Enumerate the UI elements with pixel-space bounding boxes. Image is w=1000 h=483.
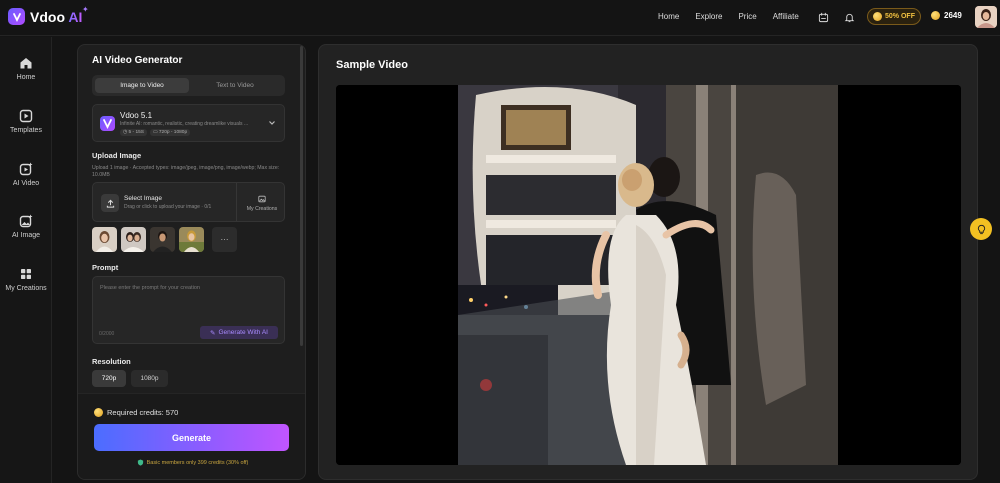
ai-video-icon (19, 162, 33, 176)
resolution-label: Resolution (92, 357, 131, 366)
promo-label: 50% OFF (885, 13, 915, 20)
my-creations-button[interactable]: My Creations (239, 195, 285, 212)
bell-icon[interactable] (842, 10, 856, 24)
member-discount-label: Basic members only 399 credits (30% off) (146, 459, 249, 466)
logo-icon (8, 8, 25, 25)
sidebar-label: AI Image (11, 232, 40, 239)
sidebar-label: Templates (10, 127, 42, 134)
more-thumbnails-button[interactable]: ··· (212, 227, 237, 252)
logo[interactable]: Vdoo AI ✦ (8, 5, 89, 25)
divider (236, 183, 237, 221)
panel-title: AI Video Generator (92, 55, 183, 66)
prompt-label: Prompt (92, 263, 119, 272)
my-creations-label: My Creations (246, 206, 278, 212)
sidebar-label: AI Video (12, 180, 40, 187)
shield-icon (137, 459, 143, 466)
chevron-down-icon (269, 121, 275, 125)
duration-tag: ◷ 5 - 15S (120, 129, 147, 136)
top-bar: Vdoo AI ✦ Home Explore Price Affiliate 5… (0, 0, 1000, 36)
sample-video-frame (336, 85, 961, 465)
upload-label: Upload Image (92, 151, 142, 160)
panel-scrollbar[interactable] (300, 46, 303, 346)
sample-title: Sample Video (336, 59, 408, 71)
resolution-720p[interactable]: 720p (92, 370, 126, 387)
sidebar: Home Templates AI Video AI Image My Crea… (0, 37, 52, 483)
promo-badge[interactable]: 50% OFF (867, 8, 921, 25)
upload-hint: Upload 1 image · Accepted types: image/j… (92, 165, 280, 178)
model-description: Infinite AI: romantic, realistic, creati… (120, 121, 249, 127)
credits-value: 2649 (944, 11, 962, 20)
sidebar-label: My Creations (5, 285, 47, 292)
sidebar-item-home[interactable]: Home (0, 56, 52, 81)
select-image-sub: Drag or click to upload your image · 0/1 (124, 204, 212, 210)
model-selector[interactable]: Vdoo 5.1 Infinite AI: romantic, realisti… (92, 104, 285, 142)
coin-icon (94, 408, 103, 417)
prompt-placeholder: Please enter the prompt for your creatio… (100, 285, 200, 291)
avatar[interactable] (975, 6, 997, 28)
member-discount-note: Basic members only 399 credits (30% off) (78, 459, 305, 466)
model-name: Vdoo 5.1 (120, 111, 153, 120)
tab-image-to-video[interactable]: Image to Video (95, 78, 189, 93)
credits-balance[interactable]: 2649 (931, 11, 962, 20)
ai-image-icon (19, 214, 33, 228)
model-tags: ◷ 5 - 15S ▭ 720p - 1080p (120, 129, 191, 136)
select-image-title: Select Image (124, 195, 162, 202)
home-icon (20, 58, 32, 69)
resolution-1080p[interactable]: 1080p (131, 370, 168, 387)
prompt-input[interactable]: Please enter the prompt for your creatio… (92, 276, 285, 344)
brand-name: Vdoo AI (30, 8, 83, 25)
sample-thumbnail[interactable] (92, 227, 117, 252)
nav-home[interactable]: Home (658, 12, 679, 21)
calendar-icon[interactable] (816, 10, 830, 24)
templates-icon (19, 109, 33, 123)
required-credits: Required credits: 570 (94, 408, 178, 417)
sample-video-panel: Sample Video (318, 44, 978, 480)
generate-with-ai-button[interactable]: ✎ Generate With AI (200, 326, 278, 339)
generate-with-ai-label: Generate With AI (218, 329, 268, 336)
magic-wand-icon: ✎ (210, 329, 216, 337)
image-upload-area[interactable]: Select Image Drag or click to upload you… (92, 182, 285, 222)
nav-explore[interactable]: Explore (695, 12, 722, 21)
tab-text-to-video[interactable]: Text to Video (188, 78, 282, 93)
resolution-tag: ▭ 720p - 1080p (150, 129, 191, 136)
generate-footer: Required credits: 570 Generate Basic mem… (78, 393, 305, 479)
sparkle-icon: ✦ (82, 5, 89, 14)
grid-icon (21, 269, 31, 279)
generate-button[interactable]: Generate (94, 424, 289, 451)
main-nav: Home Explore Price Affiliate (658, 12, 815, 21)
sidebar-item-ai-image[interactable]: AI Image (0, 214, 52, 239)
image-icon (258, 195, 266, 203)
sample-thumbnail[interactable] (150, 227, 175, 252)
resolution-options: 720p 1080p (92, 370, 168, 387)
sidebar-item-ai-video[interactable]: AI Video (0, 162, 52, 187)
required-credits-label: Required credits: 570 (107, 408, 179, 417)
sample-thumbnail[interactable] (179, 227, 204, 252)
model-logo-icon (100, 116, 115, 131)
nav-affiliate[interactable]: Affiliate (773, 12, 799, 21)
coin-icon (931, 11, 940, 20)
sample-thumbnail[interactable] (121, 227, 146, 252)
sample-thumbnails: ··· (92, 227, 237, 252)
coin-icon (873, 12, 883, 21)
generator-panel: AI Video Generator Image to Video Text t… (77, 44, 306, 480)
prompt-char-count: 0/2000 (99, 331, 115, 337)
nav-price[interactable]: Price (738, 12, 756, 21)
sidebar-label: Home (16, 74, 36, 81)
mode-tabs: Image to Video Text to Video (92, 75, 285, 96)
sidebar-item-my-creations[interactable]: My Creations (0, 267, 52, 292)
upload-icon (101, 194, 119, 212)
lightbulb-icon[interactable] (970, 218, 992, 240)
sidebar-item-templates[interactable]: Templates (0, 109, 52, 134)
sample-video-player[interactable] (336, 85, 961, 465)
